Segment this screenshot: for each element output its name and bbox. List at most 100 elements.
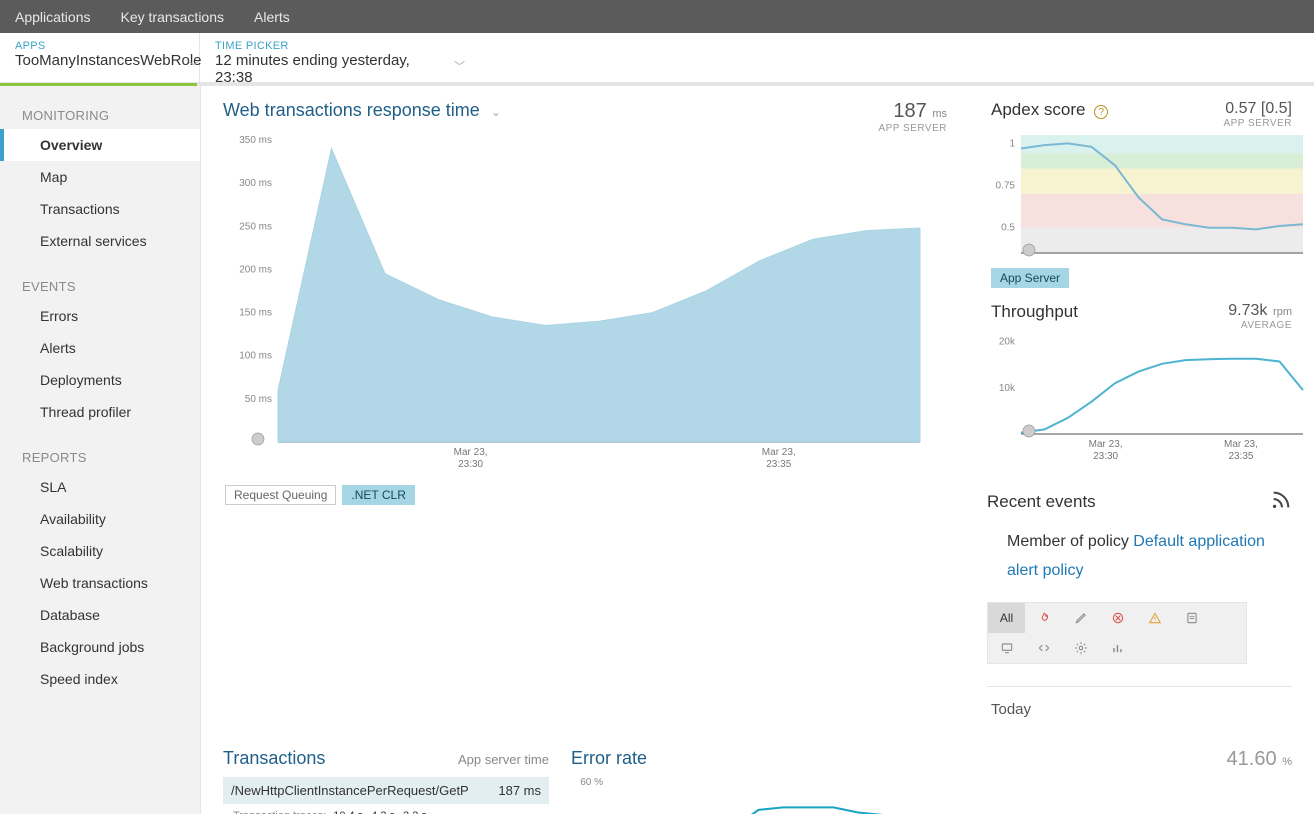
sidebar-item[interactable]: Overview	[0, 129, 200, 161]
recent-events-title: Recent events	[987, 492, 1096, 512]
throughput-unit: rpm	[1273, 306, 1292, 318]
bars-icon[interactable]	[1099, 633, 1136, 663]
topnav-item[interactable]: Key transactions	[121, 9, 225, 25]
pencil-icon[interactable]	[1062, 603, 1099, 633]
sidebar-item[interactable]: Background jobs	[0, 631, 200, 663]
note-icon[interactable]	[1173, 603, 1210, 633]
filter-all[interactable]: All	[988, 603, 1025, 633]
gear-icon[interactable]	[1062, 633, 1099, 663]
svg-text:250 ms: 250 ms	[239, 221, 272, 232]
help-icon[interactable]: ?	[1094, 105, 1108, 119]
svg-text:60 %: 60 %	[580, 777, 603, 788]
svg-text:0.5: 0.5	[1001, 223, 1015, 234]
apdex-title-text: Apdex score	[991, 100, 1086, 119]
transactions-title[interactable]: Transactions	[223, 748, 325, 769]
app-picker[interactable]: APPS TooManyInstancesWebRole ﹀	[0, 33, 200, 82]
transaction-name: /NewHttpClientInstancePerRequest/GetP	[231, 783, 469, 798]
recent-events-panel: Recent events Member of policy Default a…	[969, 469, 1314, 718]
error-rate-metric: 41.60 %	[1227, 748, 1292, 771]
trace-link[interactable]: 4.3 s	[371, 810, 395, 814]
svg-text:23:35: 23:35	[1228, 451, 1253, 462]
transactions-sub: App server time	[458, 752, 549, 767]
sidebar-section-title: REPORTS	[0, 428, 200, 471]
topnav-item[interactable]: Alerts	[254, 9, 290, 25]
throughput-chart[interactable]: 10k20kMar 23,23:30Mar 23,23:35	[991, 331, 1292, 469]
apdex-value: 0.57 [0.5]	[1225, 100, 1292, 117]
error-rate-unit: %	[1282, 756, 1292, 768]
sidebar-item[interactable]: Thread profiler	[0, 396, 200, 428]
content-area: Web transactions response time ⌄ 187 ms …	[201, 86, 1314, 814]
time-picker-value: 12 minutes ending yesterday, 23:38	[215, 52, 450, 86]
trace-link[interactable]: 10.4 s	[333, 810, 363, 814]
topnav-item[interactable]: Applications	[15, 9, 91, 25]
svg-text:20k: 20k	[999, 337, 1016, 348]
throughput-panel: Throughput 9.73k rpm AVERAGE 10k20kMar 2…	[969, 288, 1314, 469]
fire-icon[interactable]	[1025, 603, 1062, 633]
warning-icon[interactable]	[1136, 603, 1173, 633]
sidebar-item[interactable]: Database	[0, 599, 200, 631]
sidebar-item[interactable]: Transactions	[0, 193, 200, 225]
time-picker[interactable]: TIME PICKER 12 minutes ending yesterday,…	[200, 33, 465, 82]
events-membership: Member of policy Default application ale…	[1007, 528, 1292, 586]
apdex-sub: APP SERVER	[1223, 118, 1292, 129]
transaction-row[interactable]: /NewHttpClientInstancePerRequest/GetP 187…	[223, 777, 549, 804]
sidebar-item[interactable]: Deployments	[0, 364, 200, 396]
throughput-value: 9.73k	[1228, 302, 1267, 319]
code-icon[interactable]	[1025, 633, 1062, 663]
sidebar-item[interactable]: Map	[0, 161, 200, 193]
trace-link[interactable]: 3.2 s	[403, 810, 427, 814]
time-picker-label: TIME PICKER	[215, 40, 450, 52]
top-nav: Applications Key transactions Alerts	[0, 0, 1314, 33]
svg-text:Mar 23,: Mar 23,	[454, 447, 488, 458]
sidebar-item[interactable]: External services	[0, 225, 200, 257]
svg-text:1: 1	[1009, 138, 1015, 149]
sidebar-item[interactable]: SLA	[0, 471, 200, 503]
apdex-metric: 0.57 [0.5] APP SERVER	[1223, 100, 1292, 129]
error-circle-icon[interactable]	[1099, 603, 1136, 633]
context-bar: APPS TooManyInstancesWebRole ﹀ TIME PICK…	[0, 33, 1314, 83]
transaction-traces: Transaction traces: 10.4 s4.3 s3.2 s	[223, 804, 549, 814]
response-time-value: 187	[893, 100, 926, 122]
svg-text:23:30: 23:30	[1093, 451, 1118, 462]
throughput-metric: 9.73k rpm AVERAGE	[1228, 302, 1292, 331]
sidebar-section-title: EVENTS	[0, 257, 200, 300]
app-picker-value: TooManyInstancesWebRole	[15, 52, 184, 69]
error-rate-title[interactable]: Error rate	[571, 748, 647, 769]
sidebar-item[interactable]: Alerts	[0, 332, 200, 364]
rss-icon[interactable]	[1270, 489, 1292, 514]
events-filter-row: All	[987, 602, 1247, 664]
response-time-unit: ms	[932, 108, 947, 120]
response-time-legend: Request Queuing .NET CLR	[223, 477, 947, 505]
transactions-panel: Transactions App server time /NewHttpCli…	[201, 748, 561, 814]
apdex-chart[interactable]: 0.50.751	[991, 129, 1292, 262]
events-today-heading: Today	[987, 686, 1292, 718]
monitor-icon[interactable]	[988, 633, 1025, 663]
sidebar-item[interactable]: Speed index	[0, 663, 200, 695]
legend-chip[interactable]: .NET CLR	[342, 485, 414, 505]
legend-chip[interactable]: Request Queuing	[225, 485, 336, 505]
error-rate-value: 41.60	[1227, 748, 1277, 770]
response-time-panel: Web transactions response time ⌄ 187 ms …	[201, 86, 969, 718]
error-rate-chart[interactable]: 20 %40 %60 %Mar 23,23:30Mar 23,23:35	[571, 771, 1292, 814]
response-time-title[interactable]: Web transactions response time ⌄	[223, 100, 501, 121]
apdex-title: Apdex score ?	[991, 100, 1108, 120]
transaction-time: 187 ms	[498, 783, 541, 798]
svg-text:150 ms: 150 ms	[239, 308, 272, 319]
svg-text:200 ms: 200 ms	[239, 264, 272, 275]
svg-text:300 ms: 300 ms	[239, 178, 272, 189]
sidebar-item[interactable]: Scalability	[0, 535, 200, 567]
app-picker-label: APPS	[15, 40, 184, 52]
sidebar: MONITORINGOverviewMapTransactionsExterna…	[0, 86, 201, 814]
apdex-chip[interactable]: App Server	[991, 268, 1069, 288]
chevron-down-icon: ﹀	[188, 58, 199, 74]
svg-text:10k: 10k	[999, 383, 1016, 394]
response-time-chart[interactable]: 50 ms100 ms150 ms200 ms250 ms300 ms350 m…	[223, 134, 947, 477]
sidebar-item[interactable]: Errors	[0, 300, 200, 332]
events-membership-pre: Member of policy	[1007, 533, 1129, 550]
error-rate-panel: Error rate 41.60 % 20 %40 %60 %Mar 23,23…	[561, 748, 1314, 814]
apdex-panel: Apdex score ? 0.57 [0.5] APP SERVER 0.50…	[969, 86, 1314, 288]
response-time-sub: APP SERVER	[878, 123, 947, 134]
sidebar-item[interactable]: Availability	[0, 503, 200, 535]
response-time-title-text: Web transactions response time	[223, 100, 480, 120]
sidebar-item[interactable]: Web transactions	[0, 567, 200, 599]
